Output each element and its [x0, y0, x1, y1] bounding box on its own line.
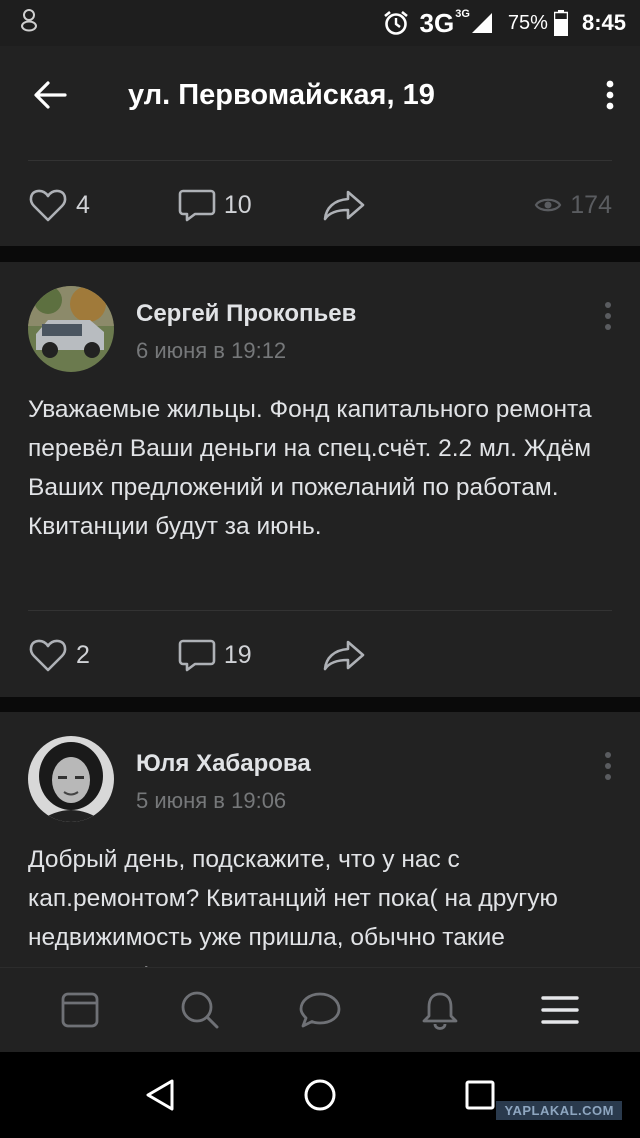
bottom-tab-bar [0, 967, 640, 1052]
more-vertical-icon [605, 302, 611, 330]
avatar[interactable] [28, 286, 114, 372]
status-bar: 3G 3G 75% 8:45 [0, 0, 640, 46]
post-header: Сергей Прокопьев 6 июня в 19:12 [28, 286, 620, 376]
share-button[interactable] [322, 639, 374, 671]
person-icon [20, 8, 38, 38]
post-card: Сергей Прокопьев 6 июня в 19:12 Уважаемы… [0, 262, 640, 697]
battery-percent: 75% [507, 11, 548, 34]
like-button[interactable]: 4 [28, 187, 90, 223]
comment-count: 19 [223, 640, 252, 669]
tab-notifications[interactable] [400, 970, 480, 1050]
post-author[interactable]: Юля Хабарова [136, 750, 311, 778]
back-button[interactable] [0, 46, 100, 144]
more-vertical-icon [605, 752, 611, 780]
more-menu-button[interactable] [580, 46, 640, 144]
nav-back-button[interactable] [120, 1055, 200, 1135]
heart-icon [29, 639, 67, 672]
post-author[interactable]: Сергей Прокопьев [136, 300, 356, 328]
network-indicator: 3G 3G [419, 7, 470, 38]
like-button[interactable]: 2 [28, 637, 90, 673]
avatar[interactable] [28, 736, 114, 822]
post-header: Юля Хабарова 5 июня в 19:06 [28, 736, 620, 826]
eye-icon [535, 198, 562, 212]
post-actions: 4 10 174 [28, 175, 612, 235]
tab-news[interactable] [40, 970, 120, 1050]
divider [28, 610, 612, 611]
post-menu-button[interactable] [596, 296, 620, 336]
arrow-left-icon [34, 81, 67, 109]
wall-feed[interactable]: 4 10 174 Сергей Прокопьев 6 июня в 19:12… [0, 144, 640, 967]
post-date: 5 июня в 19:06 [136, 788, 287, 813]
newsfeed-icon [61, 992, 99, 1028]
app-bar: ул. Первомайская, 19 [0, 46, 640, 144]
comment-icon [178, 639, 216, 672]
clock: 8:45 [581, 10, 626, 35]
tab-menu[interactable] [520, 970, 600, 1050]
comment-button[interactable]: 19 [178, 637, 252, 673]
heart-icon [29, 189, 67, 222]
triangle-back-icon [146, 1079, 174, 1111]
square-recents-icon [465, 1080, 495, 1110]
share-button[interactable] [322, 189, 374, 221]
alarm-icon [382, 9, 410, 37]
post-card: Юля Хабарова 5 июня в 19:06 Добрый день,… [0, 712, 640, 967]
post-card: 4 10 174 [0, 144, 640, 246]
watermark: YAPLAKAL.COM [496, 1101, 622, 1120]
message-icon [299, 992, 341, 1028]
circle-home-icon [304, 1079, 336, 1111]
like-count: 2 [76, 640, 90, 669]
view-count: 174 [534, 191, 612, 220]
tab-search[interactable] [160, 970, 240, 1050]
signal-icon [470, 11, 494, 35]
system-nav-bar [0, 1052, 640, 1138]
nav-recents-button[interactable] [440, 1055, 520, 1135]
post-menu-button[interactable] [596, 746, 620, 786]
more-vertical-icon [606, 80, 614, 110]
divider [28, 160, 612, 161]
post-text: Уважаемые жильцы. Фонд капитального ремо… [28, 396, 592, 540]
page-title: ул. Первомайская, 19 [128, 78, 435, 111]
share-icon [323, 190, 365, 221]
search-icon [181, 991, 219, 1029]
tab-messages[interactable] [280, 970, 360, 1050]
comment-button[interactable]: 10 [178, 187, 252, 223]
comment-icon [178, 189, 216, 222]
post-actions: 2 19 [28, 625, 612, 685]
hamburger-icon [541, 996, 579, 1024]
like-count: 4 [76, 190, 90, 219]
post-text: Добрый день, подскажите, что у нас с кап… [28, 846, 558, 967]
comment-count: 10 [223, 190, 252, 219]
nav-home-button[interactable] [280, 1055, 360, 1135]
share-icon [323, 640, 365, 671]
bell-icon [422, 992, 458, 1030]
post-date: 6 июня в 19:12 [136, 338, 287, 363]
battery-icon [553, 10, 568, 36]
